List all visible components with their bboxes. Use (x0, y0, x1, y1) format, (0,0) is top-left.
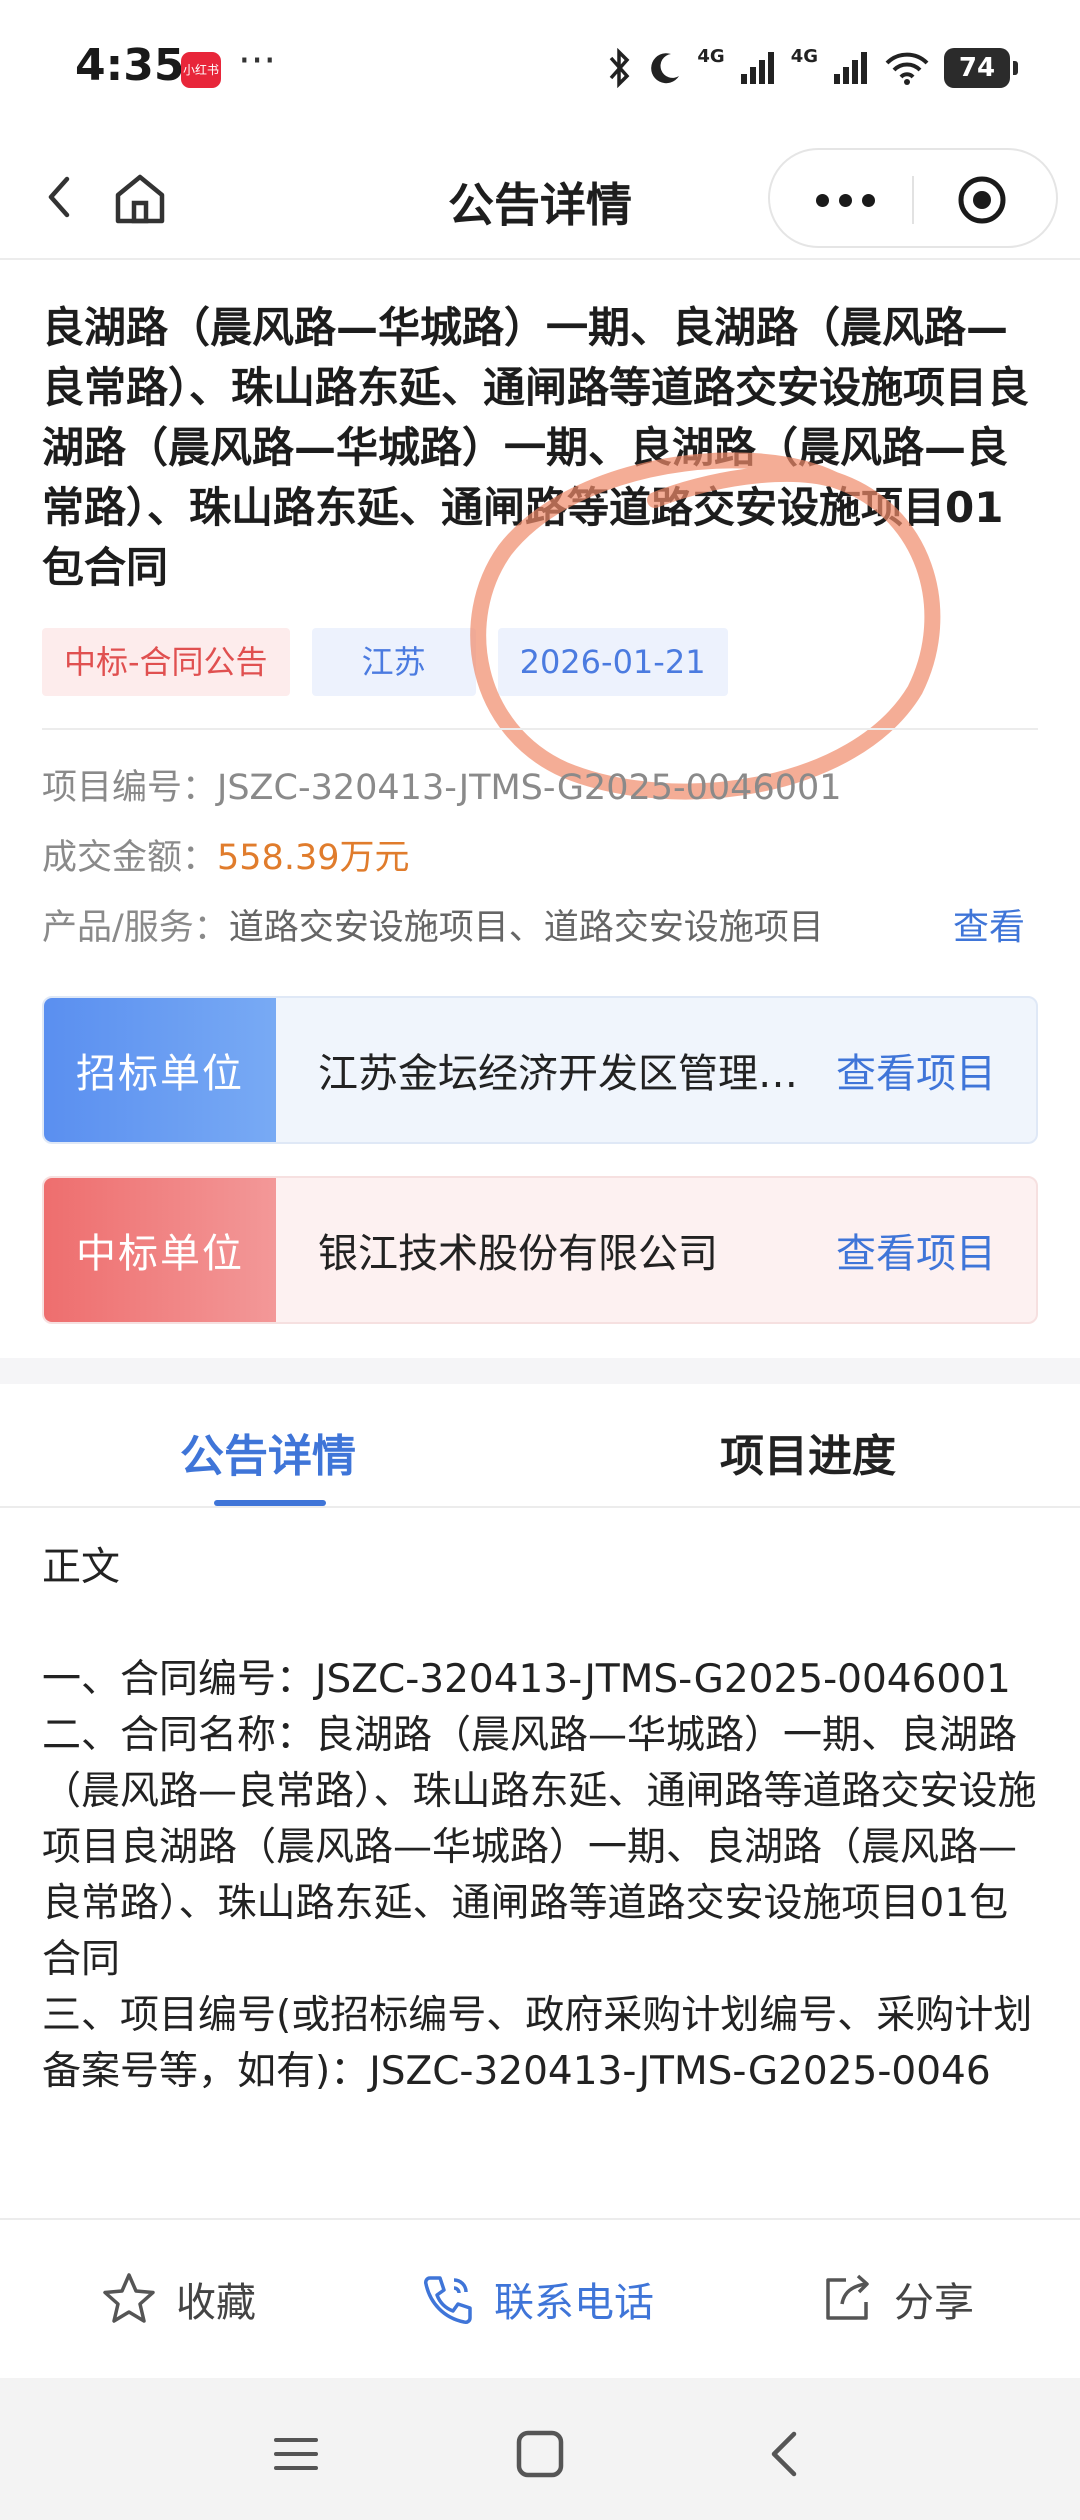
tab-project-progress[interactable]: 项目进度 (720, 1420, 896, 1484)
nav-bar: 公告详情 (0, 135, 1080, 260)
signal-icon-2 (834, 52, 867, 84)
bluetooth-icon (610, 48, 630, 88)
body-contract-name: 二、合同名称：良湖路（晨风路—华城路）一期、良湖路（晨风路—良常路）、珠山路东延… (42, 1713, 1037, 1982)
more-icon[interactable] (800, 172, 890, 228)
star-icon (103, 2273, 155, 2323)
favorite-button[interactable]: 收藏 (100, 2264, 256, 2334)
target-icon[interactable] (956, 174, 1008, 226)
system-navigation-bar (0, 2378, 1080, 2520)
tab-announcement-detail[interactable]: 公告详情 (180, 1420, 356, 1484)
project-number-label: 项目编号： (42, 768, 218, 808)
menu-icon[interactable] (268, 2426, 324, 2482)
bidder-unit-name: 江苏金坛经济开发区管理委员会 (318, 1051, 798, 1097)
bottom-action-bar: 收藏 联系电话 分享 (0, 2218, 1080, 2378)
body-scroll-area[interactable]: 正文 一、合同编号：JSZC-320413-JTMS-G2025-0046001… (0, 1540, 1080, 2218)
status-time: 4:35 (75, 40, 185, 91)
network-type-label: 4G (697, 45, 725, 67)
body-heading: 正文 (42, 1545, 121, 1590)
status-icons: 4G 4G 74 (605, 45, 1018, 90)
winner-unit-name: 银江技术股份有限公司 (318, 1231, 718, 1277)
project-number-value: JSZC-320413-JTMS-G2025-0046001 (217, 768, 842, 808)
amount-row: 成交金额：558.39万元 (42, 833, 1042, 883)
product-view-link[interactable]: 查看 (953, 903, 1025, 953)
contact-phone-button[interactable]: 联系电话 (418, 2264, 654, 2334)
capsule-divider (912, 176, 914, 224)
wifi-icon (885, 52, 929, 85)
body-text: 正文 一、合同编号：JSZC-320413-JTMS-G2025-0046001… (42, 1540, 1042, 2100)
body-project-number: 三、项目编号(或招标编号、政府采购计划编号、采购计划备案号等，如有)：JSZC-… (42, 1993, 1033, 2094)
bidder-view-project-link[interactable]: 查看项目 (836, 1041, 996, 1099)
moon-icon (651, 53, 680, 84)
chevron-left-icon[interactable] (758, 2426, 814, 2482)
signal-icon (740, 52, 774, 84)
project-number-row: 项目编号：JSZC-320413-JTMS-G2025-0046001 (42, 763, 1042, 813)
active-tab-indicator (214, 1500, 326, 1506)
tag-announcement-type: 中标-合同公告 (42, 628, 290, 696)
winner-unit-card[interactable]: 中标单位 银江技术股份有限公司 查看项目 (42, 1176, 1038, 1324)
product-label: 产品/服务： (42, 908, 229, 948)
share-icon (826, 2274, 869, 2320)
mini-program-capsule (768, 148, 1058, 248)
body-contract-number: 一、合同编号：JSZC-320413-JTMS-G2025-0046001 (42, 1657, 1011, 1702)
app-notification-icon: 小红书 (181, 52, 221, 88)
status-bar: 4:35 小红书 ··· 4G 4G 74 (0, 0, 1080, 135)
product-value: 道路交安设施项目、道路交安设施项目 (228, 908, 824, 948)
phone-icon (424, 2276, 472, 2324)
battery-icon: 74 (944, 48, 1018, 88)
winner-unit-label: 中标单位 (44, 1178, 276, 1322)
amount-label: 成交金额： (42, 838, 218, 878)
share-button[interactable]: 分享 (818, 2264, 974, 2334)
status-more-indicator: ··· (238, 38, 277, 84)
amount-value: 558.39万元 (217, 838, 410, 878)
tag-region: 江苏 (311, 628, 476, 696)
bidder-unit-label: 招标单位 (44, 998, 276, 1142)
tab-bar: 公告详情 项目进度 (0, 1384, 1080, 1508)
winner-view-project-link[interactable]: 查看项目 (836, 1221, 996, 1279)
share-label: 分享 (894, 2280, 974, 2326)
product-row: 产品/服务：道路交安设施项目、道路交安设施项目 (42, 903, 1042, 953)
favorite-label: 收藏 (176, 2280, 256, 2326)
bidder-unit-card[interactable]: 招标单位 江苏金坛经济开发区管理委员会 查看项目 (42, 996, 1038, 1144)
network-type-label-2: 4G (790, 45, 818, 67)
header-divider (42, 728, 1038, 730)
square-icon[interactable] (512, 2426, 568, 2482)
contact-phone-label: 联系电话 (494, 2280, 654, 2326)
section-gap (0, 1358, 1080, 1384)
